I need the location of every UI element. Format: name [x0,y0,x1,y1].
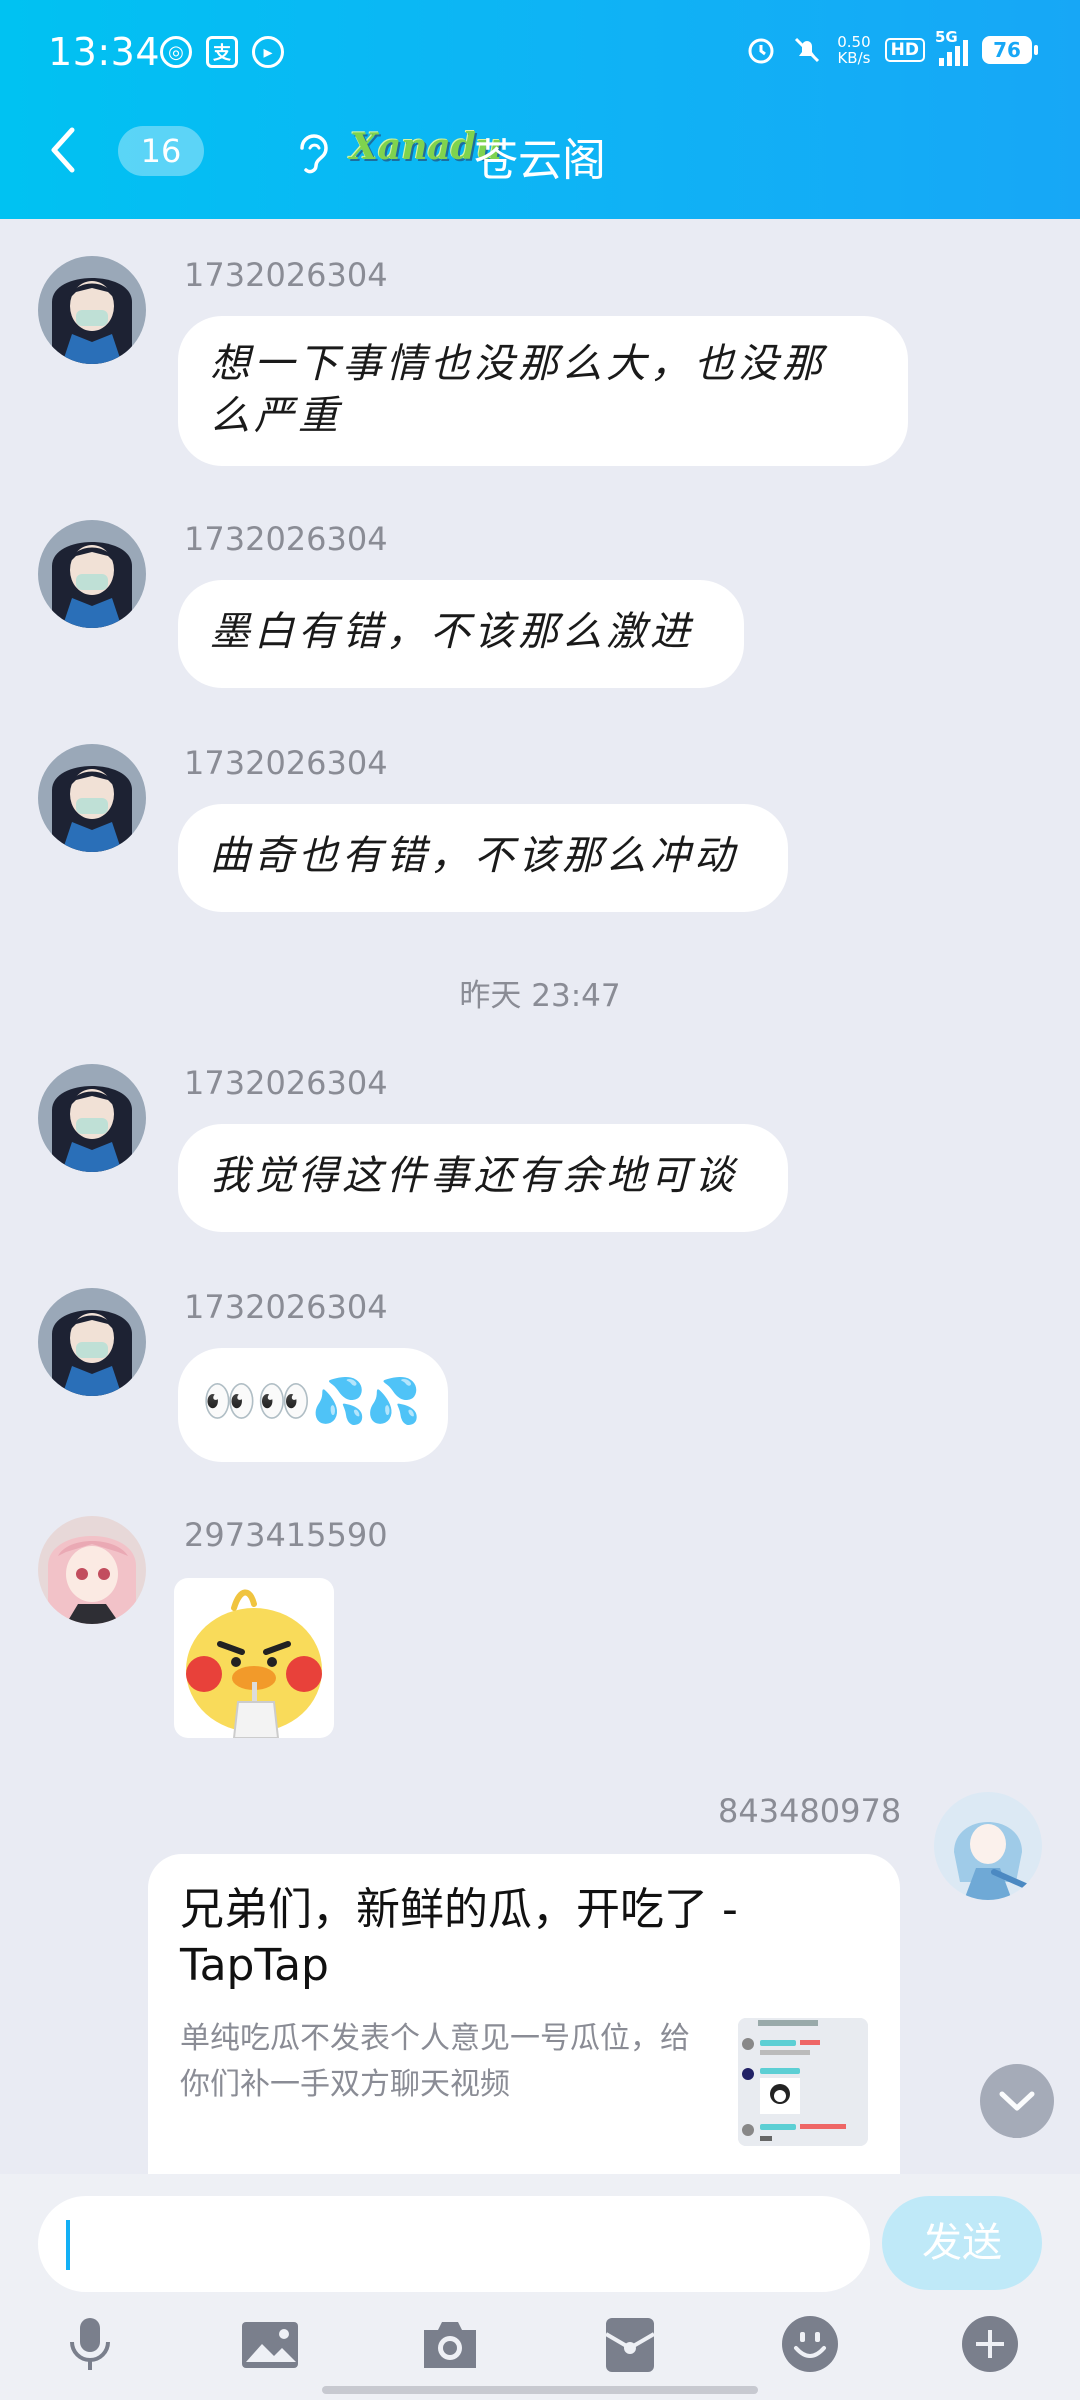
signal-icon: 5G [935,28,968,66]
net-speed-unit: KB/s [837,49,871,67]
text-caret [66,2220,70,2270]
hd-badge: HD [884,38,925,62]
message-bubble[interactable]: 我觉得这件事还有余地可谈 [178,1124,788,1232]
netease-music-icon: ◎ [160,36,192,68]
net-speed: 0.50 KB/s [837,34,870,66]
status-right-icons: 0.50 KB/s HD 5G 76 [745,28,1038,66]
status-left-icons: ◎ 支 ▸ [160,36,284,68]
send-button[interactable]: 发送 [882,2196,1042,2290]
sender-id[interactable]: 1732026304 [184,256,388,294]
image-icon[interactable] [238,2312,302,2376]
card-description: 单纯吃瓜不发表个人意见一号瓜位，给你们补一手双方聊天视频 [180,2021,690,2102]
avatar[interactable] [38,520,146,628]
chevron-down-icon [999,2091,1035,2144]
sender-id[interactable]: 1732026304 [184,1064,388,1102]
microphone-icon[interactable] [58,2312,122,2376]
alarm-icon [748,38,774,64]
sender-id[interactable]: 1732026304 [184,744,388,782]
link-card[interactable]: 兄弟们，新鲜的瓜，开吃了 - TapTap 单纯吃瓜不发表个人意见一号瓜位，给你… [148,1854,900,2174]
unread-count-badge[interactable]: 16 [118,126,204,176]
message-bubble[interactable]: 👀👀💦💦 [178,1348,448,1462]
timestamp: 昨天 23:47 [459,978,621,1014]
my-avatar[interactable] [934,1792,1042,1900]
card-thumbnail [738,2018,868,2146]
avatar[interactable] [38,1516,146,1624]
sender-id[interactable]: 1732026304 [184,520,388,558]
input-area: 发送 [0,2174,1080,2400]
card-title: 兄弟们，新鲜的瓜，开吃了 - TapTap [180,1884,738,1991]
sender-id[interactable]: 1732026304 [184,1288,388,1326]
network-type: 5G [935,28,958,46]
top-header: 13:34 ◎ 支 ▸ 0.50 KB/s HD 5G 76 16 Xanadu… [0,0,1080,219]
message-icon: ▸ [252,36,284,68]
avatar[interactable] [38,744,146,852]
plus-icon[interactable] [958,2312,1022,2376]
message-bubble[interactable]: 曲奇也有错，不该那么冲动 [178,804,788,912]
ear-mode-icon[interactable] [292,128,332,178]
red-packet-icon[interactable] [598,2312,662,2376]
net-speed-value: 0.50 [837,33,871,51]
back-button[interactable] [40,118,84,182]
home-indicator[interactable] [322,2386,758,2394]
mute-bell-icon [795,37,820,63]
camera-icon[interactable] [418,2312,482,2376]
group-name[interactable]: 苍云阁 [474,124,606,188]
avatar[interactable] [38,1064,146,1172]
scroll-to-bottom-button[interactable] [980,2064,1054,2144]
message-input[interactable] [38,2196,870,2292]
emoji-icon[interactable] [778,2312,842,2376]
message-bubble[interactable]: 墨白有错，不该那么激进 [178,580,744,688]
avatar[interactable] [38,1288,146,1396]
battery-icon: 76 [982,36,1038,64]
sender-id[interactable]: 843480978 [718,1792,901,1830]
message-bubble[interactable]: 想一下事情也没那么大，也没那么严重 [178,316,908,466]
sender-id[interactable]: 2973415590 [184,1516,388,1554]
status-time: 13:34 [48,30,161,74]
alipay-icon: 支 [206,36,238,68]
avatar[interactable] [38,256,146,364]
duck-sticker[interactable] [174,1578,334,1738]
